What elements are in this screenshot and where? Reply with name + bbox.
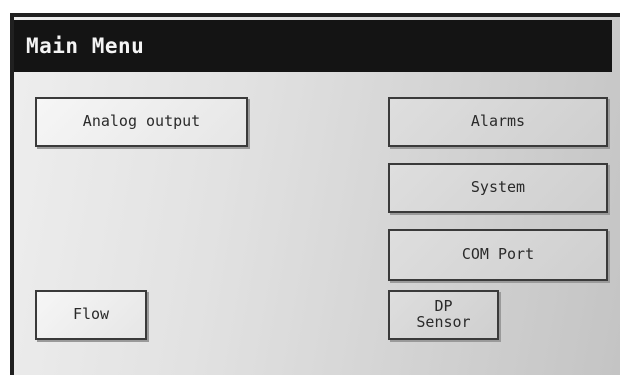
title-bar: Main Menu — [14, 20, 612, 72]
device-panel: Main Menu Analog output Alarms System CO… — [0, 0, 620, 375]
analog-output-button[interactable]: Analog output — [35, 97, 248, 147]
flow-button[interactable]: Flow — [35, 290, 147, 340]
system-button[interactable]: System — [388, 163, 608, 213]
com-port-button[interactable]: COM Port — [388, 229, 608, 281]
alarms-button[interactable]: Alarms — [388, 97, 608, 147]
page-title: Main Menu — [26, 34, 145, 58]
dp-sensor-button[interactable]: DP Sensor — [388, 290, 499, 340]
